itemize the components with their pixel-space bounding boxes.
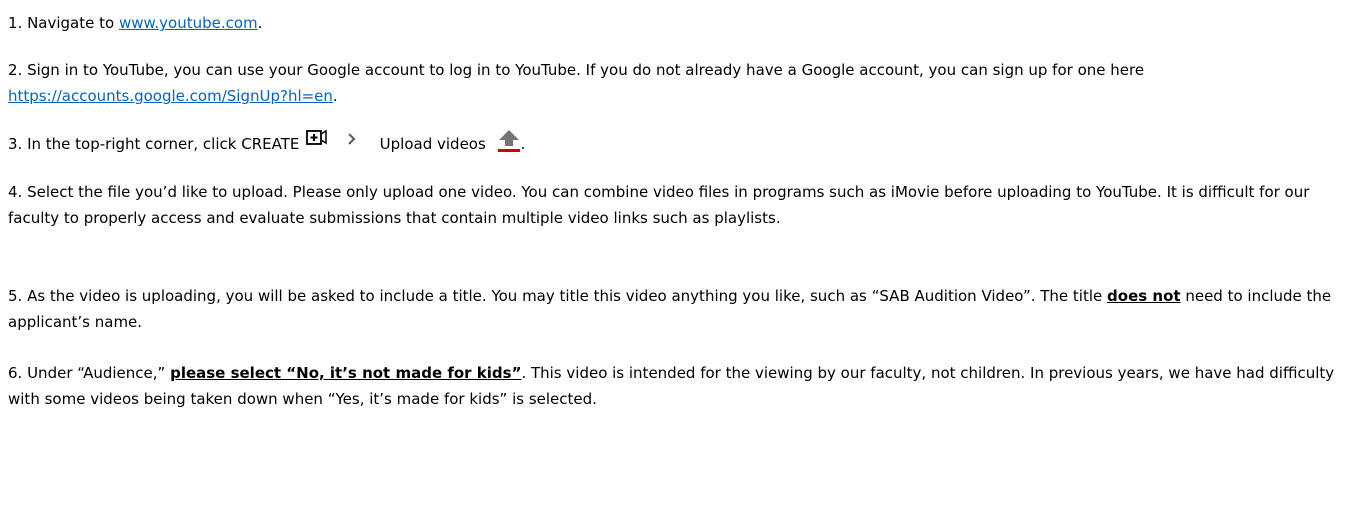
step-1-suffix: . [257,14,263,32]
upload-arrow-icon [497,129,521,161]
youtube-link[interactable]: www.youtube.com [119,14,258,32]
step-6-emphasis: please select “No, it’s not made for kid… [170,364,522,382]
step-1: 1. Navigate to www.youtube.com. [8,10,1363,36]
step-6-text: 6. Under “Audience,” [8,364,171,382]
step-3-suffix: . [520,135,526,153]
step-4: 4. Select the file you’d like to upload.… [8,179,1363,231]
step-2-suffix: . [332,87,338,105]
step-5-emphasis: does not [1107,287,1181,305]
step-2: 2. Sign in to YouTube, you can use your … [8,57,1363,109]
step-3: 3. In the top-right corner, click CREATE… [8,128,1363,161]
step-2-text: 2. Sign in to YouTube, you can use your … [8,61,1145,79]
instructions-document: 1. Navigate to www.youtube.com. 2. Sign … [0,0,1371,527]
create-video-icon [306,129,328,155]
chevron-right-icon [347,128,357,154]
step-5-text: 5. As the video is uploading, you will b… [8,287,1108,305]
step-3-text: 3. In the top-right corner, click CREATE [8,135,300,153]
step-1-text: 1. Navigate to [8,14,119,32]
step-5: 5. As the video is uploading, you will b… [8,283,1363,335]
step-4-text: 4. Select the file you’d like to upload.… [8,183,1310,227]
upload-videos-label: Upload videos [379,135,486,153]
step-6: 6. Under “Audience,” please select “No, … [8,360,1363,412]
google-signup-link[interactable]: https://accounts.google.com/SignUp?hl=en [8,87,333,105]
